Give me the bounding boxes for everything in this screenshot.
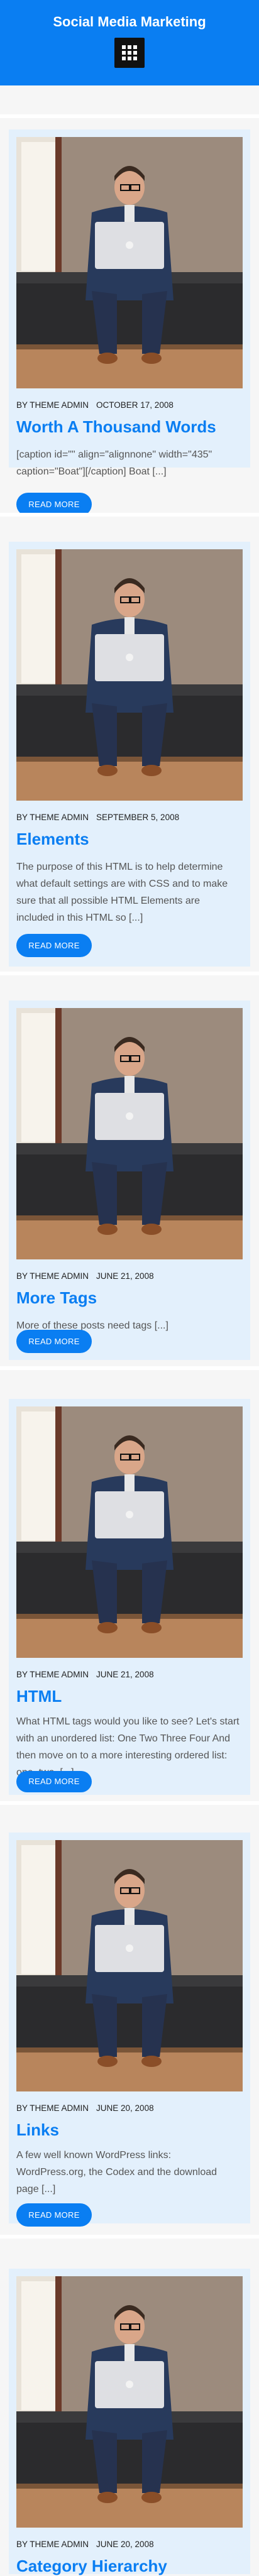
post-title[interactable]: HTML (16, 1687, 243, 1706)
site-header: Social Media Marketing (0, 0, 259, 85)
read-more-button[interactable]: READ MORE (16, 1330, 92, 1353)
post-author[interactable]: BY THEME ADMIN (16, 400, 89, 410)
man-with-laptop-image (16, 1840, 243, 2091)
read-more-button[interactable]: READ MORE (16, 2203, 92, 2227)
post-thumbnail[interactable] (16, 1840, 243, 2091)
post-card: BY THEME ADMIN JUNE 20, 2008 Category Hie… (9, 2269, 250, 2576)
man-with-laptop-image (16, 1008, 243, 1259)
divider (0, 972, 259, 975)
man-with-laptop-image (16, 2276, 243, 2528)
post-author[interactable]: BY THEME ADMIN (16, 1670, 89, 1679)
post-title[interactable]: Category Hierarchy (16, 2557, 243, 2576)
post-title[interactable]: More Tags (16, 1288, 243, 1308)
post-excerpt: [caption id="" align="alignnone" width="… (16, 449, 212, 477)
post-author[interactable]: BY THEME ADMIN (16, 2103, 89, 2113)
post-date[interactable]: SEPTEMBER 5, 2008 (96, 813, 179, 822)
divider (0, 1366, 259, 1370)
post-excerpt: A few well known WordPress links: WordPr… (16, 2150, 218, 2195)
post-author[interactable]: BY THEME ADMIN (16, 1271, 89, 1281)
post-excerpt: The purpose of this HTML is to help dete… (16, 862, 228, 923)
read-more-button[interactable]: READ MORE (16, 934, 92, 957)
site-title[interactable]: Social Media Marketing (0, 14, 259, 30)
man-with-laptop-image (16, 137, 243, 388)
post-date[interactable]: JUNE 20, 2008 (96, 2540, 154, 2549)
post-date[interactable]: JUNE 20, 2008 (96, 2103, 154, 2113)
post-date[interactable]: OCTOBER 17, 2008 (96, 400, 174, 410)
post-card: BY THEME ADMIN JUNE 21, 2008 More Tags Mo… (9, 1000, 250, 1360)
post-title[interactable]: Links (16, 2120, 243, 2140)
post-card: BY THEME ADMIN SEPTEMBER 5, 2008 Elements… (9, 542, 250, 967)
post-title[interactable]: Elements (16, 830, 243, 849)
post-date[interactable]: JUNE 21, 2008 (96, 1670, 154, 1679)
post-title[interactable]: Worth A Thousand Words (16, 417, 243, 437)
post-card: BY THEME ADMIN JUNE 20, 2008 Links A few … (9, 1833, 250, 2227)
post-meta: BY THEME ADMIN SEPTEMBER 5, 2008 (16, 813, 179, 822)
divider (0, 1801, 259, 1805)
post-card: BY THEME ADMIN OCTOBER 17, 2008 Worth A T… (9, 129, 250, 516)
divider (0, 2235, 259, 2239)
menu-button[interactable] (114, 38, 145, 68)
read-more-button[interactable]: READ MORE (16, 1771, 92, 1792)
post-meta: BY THEME ADMIN JUNE 21, 2008 (16, 1670, 154, 1679)
post-thumbnail[interactable] (16, 2276, 243, 2528)
post-thumbnail[interactable] (16, 1406, 243, 1658)
post-meta: BY THEME ADMIN OCTOBER 17, 2008 (16, 400, 174, 410)
post-thumbnail[interactable] (16, 1008, 243, 1259)
post-thumbnail[interactable] (16, 137, 243, 388)
post-author[interactable]: BY THEME ADMIN (16, 813, 89, 822)
post-date[interactable]: JUNE 21, 2008 (96, 1271, 154, 1281)
post-meta: BY THEME ADMIN JUNE 20, 2008 (16, 2540, 154, 2549)
post-meta: BY THEME ADMIN JUNE 20, 2008 (16, 2103, 154, 2113)
post-author[interactable]: BY THEME ADMIN (16, 2540, 89, 2549)
divider (0, 114, 259, 118)
post-meta: BY THEME ADMIN JUNE 21, 2008 (16, 1271, 154, 1281)
man-with-laptop-image (16, 549, 243, 801)
man-with-laptop-image (16, 1406, 243, 1658)
divider (0, 513, 259, 517)
post-thumbnail[interactable] (16, 549, 243, 801)
grid-icon (122, 45, 137, 60)
post-card: BY THEME ADMIN JUNE 21, 2008 HTML What HT… (9, 1399, 250, 1795)
